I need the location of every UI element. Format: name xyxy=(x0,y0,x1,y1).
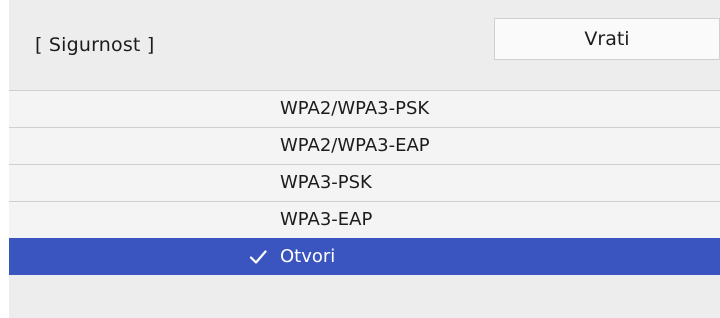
list-item-label: WPA2/WPA3-EAP xyxy=(280,135,430,156)
header-bar: [ Sigurnost ] Vrati xyxy=(9,0,720,90)
list-item-label: WPA2/WPA3-PSK xyxy=(280,98,430,119)
security-settings-screen: [ Sigurnost ] Vrati WPA2/WPA3-PSK WPA2/W… xyxy=(0,0,720,318)
checkmark-icon xyxy=(249,250,267,264)
list-item-wpa3-psk[interactable]: WPA3-PSK xyxy=(9,164,720,201)
back-button[interactable]: Vrati xyxy=(494,18,720,60)
list-item-wpa3-eap[interactable]: WPA3-EAP xyxy=(9,201,720,238)
panel-footer xyxy=(9,300,720,318)
list-item-label: Otvori xyxy=(280,246,336,267)
security-options-list: WPA2/WPA3-PSK WPA2/WPA3-EAP WPA3-PSK WPA… xyxy=(9,90,720,275)
list-item-wpa2-wpa3-psk[interactable]: WPA2/WPA3-PSK xyxy=(9,90,720,127)
list-item-wpa2-wpa3-eap[interactable]: WPA2/WPA3-EAP xyxy=(9,127,720,164)
list-item-label: WPA3-PSK xyxy=(280,172,372,193)
list-item-label: WPA3-EAP xyxy=(280,209,373,230)
list-item-otvori[interactable]: Otvori xyxy=(9,238,720,275)
page-title: [ Sigurnost ] xyxy=(35,34,155,56)
